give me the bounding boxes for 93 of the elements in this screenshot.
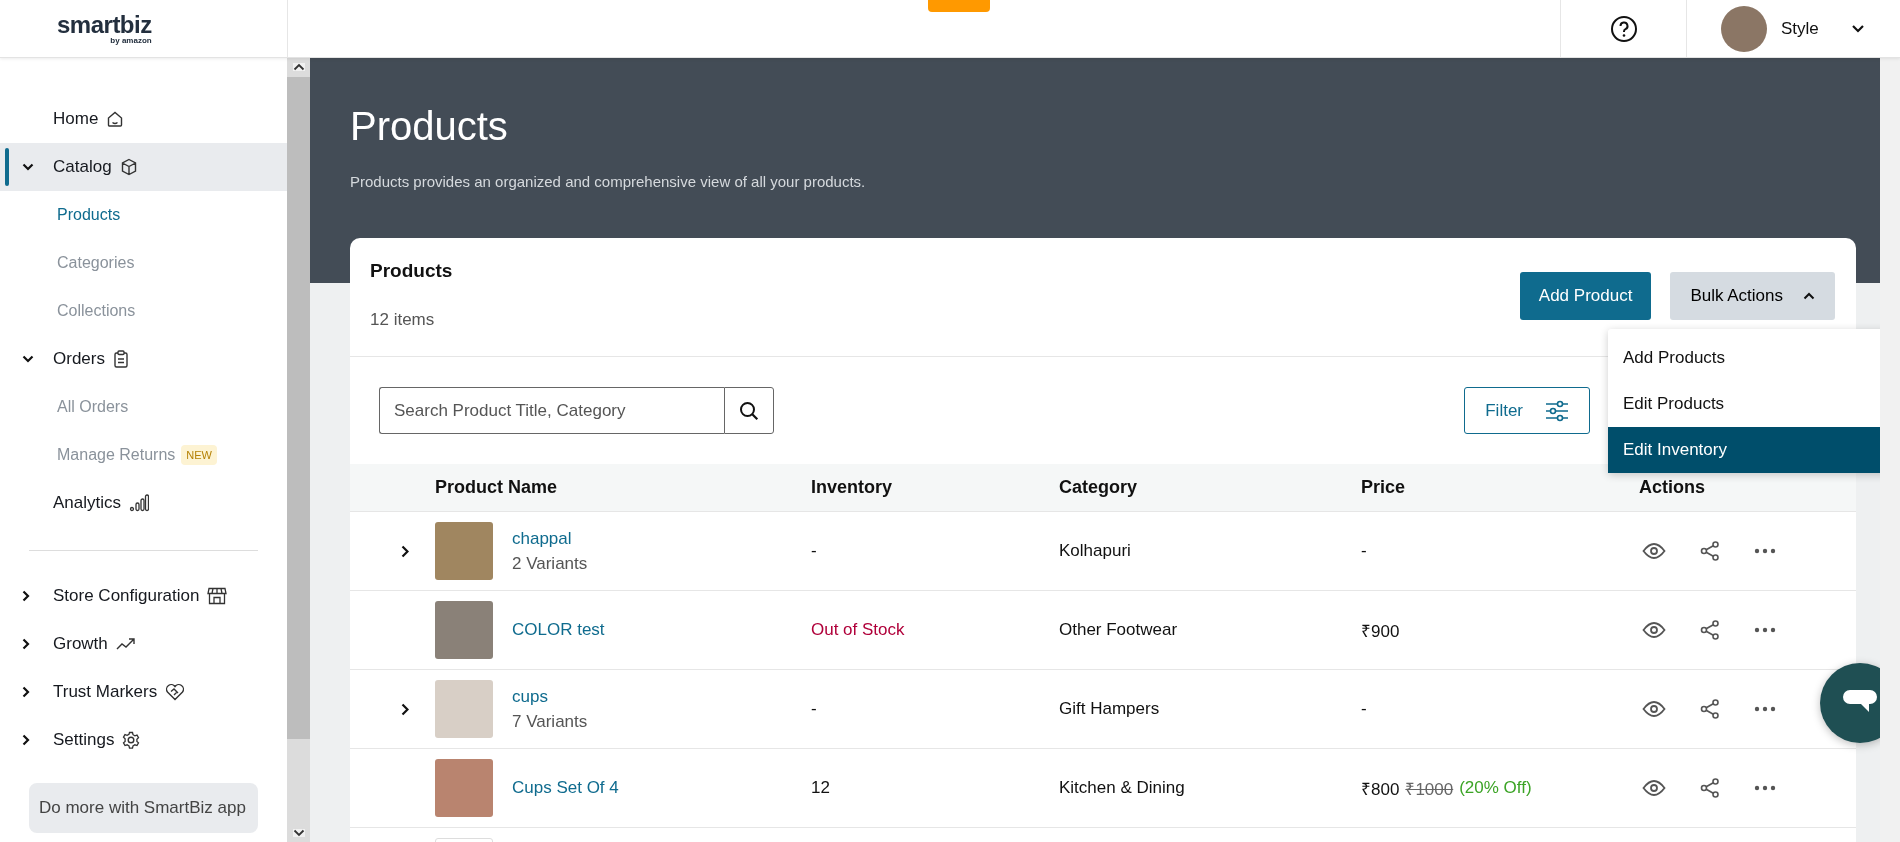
nav-subitem[interactable]: Products [0, 191, 287, 239]
column-header: Product Name [435, 477, 559, 498]
more-icon[interactable] [1754, 548, 1776, 554]
page-description: Products provides an organized and comprehensive view of all your products. [350, 173, 867, 190]
chevron-down-icon [1851, 23, 1865, 34]
add-product-button[interactable]: Add Product [1519, 272, 1652, 320]
inventory-cell-text: 12 [811, 778, 831, 798]
filter-button[interactable]: Filter [1464, 387, 1590, 434]
variant-count: 7 Variants [512, 711, 589, 732]
nav-item[interactable]: Trust Markers [0, 668, 287, 716]
more-icon[interactable] [1754, 706, 1776, 712]
chevron-right-icon [22, 590, 30, 602]
discount-label: (20% Off) [1459, 778, 1532, 798]
bar-chart-icon [129, 494, 150, 512]
view-icon[interactable] [1642, 622, 1666, 638]
chevron-down-icon [22, 355, 34, 363]
product-photo-placeholder [435, 680, 493, 738]
promo-card[interactable]: Do more with SmartBiz app [29, 783, 258, 834]
item-count: 12 items [370, 310, 436, 330]
nav-item[interactable]: Growth [0, 620, 287, 668]
category-cell-text: Kitchen & Dining [1059, 778, 1186, 798]
category-cell-text: Gift Hampers [1059, 699, 1161, 719]
card-title: Products [370, 260, 453, 282]
chevron-right-icon [22, 686, 30, 698]
chevron-up-icon [1803, 292, 1815, 300]
column-header: Price [1361, 477, 1407, 498]
nav-item[interactable]: Settings [0, 716, 287, 764]
nav-item[interactable]: Orders [0, 335, 287, 383]
promo-text: Do more with SmartBiz app [39, 798, 246, 817]
cube-icon [119, 158, 138, 176]
chevron-right-icon [22, 734, 30, 746]
page-scrollbar[interactable] [1880, 58, 1900, 842]
column-header: Category [1059, 477, 1139, 498]
product-name-link[interactable]: cups [512, 686, 811, 707]
column-header: Inventory [811, 477, 894, 498]
inventory-cell-text: - [811, 541, 818, 561]
sliders-icon [1545, 399, 1569, 422]
original-price: ₹1000 [1405, 778, 1454, 800]
menu-item[interactable]: Edit Inventory [1608, 427, 1880, 473]
inventory-cell-text: - [811, 699, 818, 719]
expand-row-icon[interactable] [401, 702, 409, 716]
storefront-icon [207, 587, 228, 605]
variant-count: 2 Variants [512, 553, 589, 574]
scroll-up-icon[interactable] [292, 63, 305, 71]
expand-row-icon[interactable] [401, 544, 409, 558]
page-title: Products [350, 104, 509, 149]
nav-item[interactable]: Home [0, 95, 287, 143]
category-cell-text: Kolhapuri [1059, 541, 1132, 561]
view-icon[interactable] [1642, 701, 1666, 717]
product-name-link[interactable]: Cups Set Of 4 [512, 778, 811, 798]
share-icon[interactable] [1700, 699, 1720, 719]
category-cell-text: Other Footwear [1059, 620, 1179, 640]
price-cell: - [1361, 541, 1367, 561]
share-icon[interactable] [1700, 620, 1720, 640]
search-button[interactable] [724, 387, 774, 434]
search-icon [739, 400, 759, 421]
product-name-link[interactable]: chappal [512, 528, 811, 549]
heart-handshake-icon [165, 683, 186, 701]
product-name-link[interactable]: COLOR test [512, 620, 811, 640]
clipboard-icon [112, 350, 129, 368]
trend-up-icon [115, 637, 136, 651]
new-badge: NEW [181, 445, 217, 465]
more-icon[interactable] [1754, 627, 1776, 633]
view-icon[interactable] [1642, 543, 1666, 559]
nav-item[interactable]: Catalog [0, 143, 287, 191]
scroll-down-icon[interactable] [292, 829, 305, 837]
price-cell-text: ₹900 [1361, 620, 1400, 642]
view-icon[interactable] [1642, 780, 1666, 796]
product-photo-placeholder [435, 522, 493, 580]
home-icon [106, 110, 125, 128]
share-icon[interactable] [1700, 541, 1720, 561]
nav-item[interactable]: Analytics [0, 479, 287, 527]
product-photo-placeholder [435, 759, 493, 817]
share-icon[interactable] [1700, 778, 1720, 798]
user-menu[interactable]: Style [1686, 0, 1900, 57]
column-header: Actions [1639, 477, 1706, 498]
chevron-right-icon [22, 638, 30, 650]
more-icon[interactable] [1754, 785, 1776, 791]
avatar-photo-placeholder [1721, 5, 1767, 52]
product-photo-placeholder [435, 601, 493, 659]
price-cell-text: ₹800 [1361, 778, 1400, 800]
search-field[interactable]: Search Product Title, Category [379, 387, 724, 434]
menu-item[interactable]: Add Products [1608, 335, 1880, 381]
bulk-actions-button[interactable]: Bulk Actions [1670, 272, 1835, 320]
chevron-down-icon [22, 163, 34, 171]
nav-item[interactable]: Store Configuration [0, 572, 287, 620]
smartbiz-logo[interactable]: smartbiz by amazon [57, 12, 152, 45]
inventory-cell-text: Out of Stock [811, 620, 906, 640]
sidebar-scrollbar[interactable] [287, 58, 310, 842]
menu-item[interactable]: Edit Products [1608, 381, 1880, 427]
price-cell: - [1361, 699, 1367, 719]
help-icon[interactable] [1609, 14, 1638, 43]
gear-icon [122, 731, 141, 749]
